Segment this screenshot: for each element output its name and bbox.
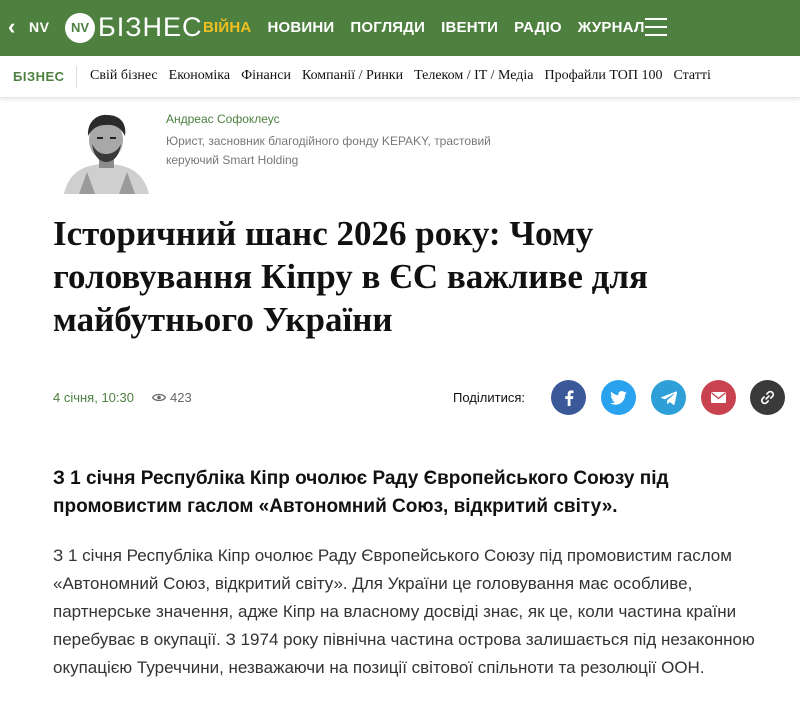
telegram-icon	[660, 390, 677, 405]
subnav-item-telecom[interactable]: Телеком / IT / Медіа	[414, 68, 533, 84]
back-chevron-icon[interactable]: ‹	[8, 15, 15, 39]
main-nav: ВІЙНА НОВИНИ ПОГЛЯДИ ІВЕНТИ РАДІО ЖУРНАЛ	[203, 19, 645, 36]
back-link[interactable]: NV	[29, 19, 49, 35]
article-body: З 1 січня Республіка Кіпр очолює Раду Єв…	[53, 546, 755, 677]
biznes-logo[interactable]: БІЗНЕС	[98, 10, 203, 44]
subnav-item-companies[interactable]: Компанії / Ринки	[302, 68, 403, 84]
mail-icon	[711, 392, 726, 403]
nav-item-opinions[interactable]: ПОГЛЯДИ	[350, 19, 425, 36]
divider	[76, 66, 77, 88]
section-nav: БІЗНЕС Свій бізнес Економіка Фінанси Ком…	[0, 56, 800, 98]
nav-item-war[interactable]: ВІЙНА	[203, 19, 251, 36]
section-title[interactable]: БІЗНЕС	[13, 69, 65, 84]
nav-item-news[interactable]: НОВИНИ	[267, 19, 334, 36]
article-title: Історичний шанс 2026 року: Чому головува…	[53, 214, 648, 339]
nav-item-radio[interactable]: РАДІО	[514, 19, 562, 36]
subnav-item-economy[interactable]: Економіка	[169, 68, 230, 84]
publish-date: 4 січня, 10:30	[53, 390, 134, 405]
view-count: 423	[170, 390, 192, 405]
share-facebook-button[interactable]	[551, 380, 586, 415]
hamburger-icon[interactable]	[645, 18, 667, 42]
share-email-button[interactable]	[701, 380, 736, 415]
share-telegram-button[interactable]	[651, 380, 686, 415]
facebook-icon	[564, 389, 573, 406]
article-lead: З 1 січня Республіка Кіпр очолює Раду Єв…	[53, 468, 669, 517]
share-label: Поділитися:	[453, 390, 525, 405]
share-twitter-button[interactable]	[601, 380, 636, 415]
nav-item-events[interactable]: ІВЕНТИ	[441, 19, 498, 36]
subnav-item-articles[interactable]: Статті	[673, 68, 710, 84]
twitter-icon	[610, 390, 627, 405]
nav-item-magazine[interactable]: ЖУРНАЛ	[578, 19, 645, 36]
author-name[interactable]: Андреас Софоклеус	[166, 112, 280, 126]
nv-logo[interactable]: NV	[65, 13, 95, 43]
view-counter: 423	[152, 390, 192, 405]
top-header: ‹ NV NV БІЗНЕС ВІЙНА НОВИНИ ПОГЛЯДИ ІВЕН…	[0, 0, 800, 56]
author-description: Юрист, засновник благодійного фонду KEPA…	[166, 134, 491, 167]
section-nav-items: Свій бізнес Економіка Фінанси Компанії /…	[90, 68, 711, 84]
subnav-item-finance[interactable]: Фінанси	[241, 68, 291, 84]
subnav-item-profiles[interactable]: Профайли ТОП 100	[545, 68, 663, 84]
eye-icon	[152, 393, 166, 402]
author-avatar[interactable]	[59, 112, 154, 194]
copy-link-button[interactable]	[750, 380, 785, 415]
subnav-item-own-business[interactable]: Свій бізнес	[90, 68, 158, 84]
link-icon	[760, 390, 775, 405]
